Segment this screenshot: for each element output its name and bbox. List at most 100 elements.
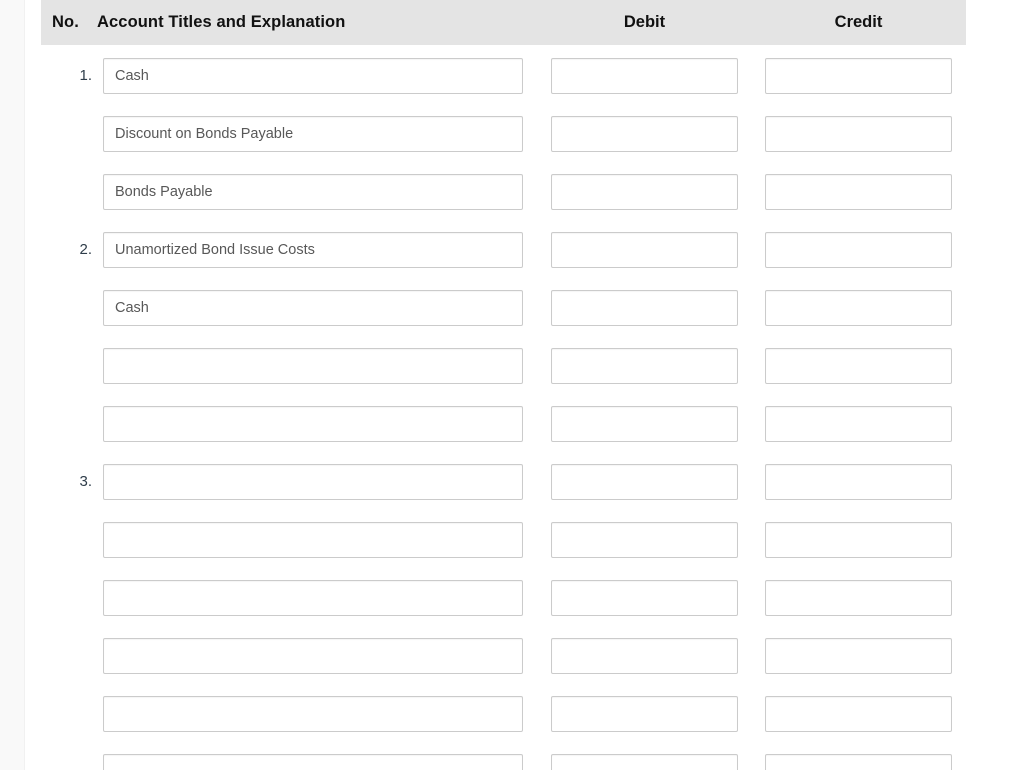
debit-amount-input[interactable] <box>551 522 738 558</box>
row-number <box>41 116 92 152</box>
debit-amount-input[interactable] <box>551 696 738 732</box>
account-title-input[interactable]: Cash <box>103 290 523 326</box>
account-title-input-value <box>104 581 522 615</box>
journal-row: Discount on Bonds Payable <box>41 116 966 174</box>
credit-amount-input-value <box>766 233 951 267</box>
account-title-input-value <box>104 407 522 441</box>
debit-amount-input-value <box>552 233 737 267</box>
credit-amount-input-value <box>766 755 951 770</box>
credit-amount-input[interactable] <box>765 290 952 326</box>
credit-amount-input[interactable] <box>765 464 952 500</box>
credit-amount-input[interactable] <box>765 638 952 674</box>
credit-amount-input-value <box>766 581 951 615</box>
debit-amount-input[interactable] <box>551 406 738 442</box>
journal-row: Bonds Payable <box>41 174 966 232</box>
row-number <box>41 290 92 326</box>
journal-row <box>41 406 966 464</box>
column-header-no: No. <box>52 13 79 31</box>
journal-entry-table: No. Account Titles and Explanation Debit… <box>41 0 966 770</box>
journal-row <box>41 580 966 638</box>
credit-amount-input[interactable] <box>765 406 952 442</box>
credit-amount-input-value <box>766 117 951 151</box>
account-title-input[interactable] <box>103 580 523 616</box>
account-title-input[interactable] <box>103 348 523 384</box>
journal-row <box>41 696 966 754</box>
debit-amount-input[interactable] <box>551 580 738 616</box>
account-title-input-value <box>104 639 522 673</box>
account-title-input-value: Discount on Bonds Payable <box>115 126 294 142</box>
journal-row <box>41 754 966 770</box>
credit-amount-input[interactable] <box>765 348 952 384</box>
row-number <box>41 174 92 210</box>
debit-amount-input[interactable] <box>551 464 738 500</box>
account-title-input[interactable]: Cash <box>103 58 523 94</box>
account-title-input[interactable] <box>103 464 523 500</box>
debit-amount-input-value <box>552 59 737 93</box>
row-number <box>41 406 92 442</box>
debit-amount-input-value <box>552 581 737 615</box>
row-number <box>41 580 92 616</box>
account-title-input[interactable] <box>103 754 523 770</box>
credit-amount-input[interactable] <box>765 522 952 558</box>
account-title-input[interactable] <box>103 696 523 732</box>
table-body: 1. Cash Discount on Bonds Payable Bonds Pay… <box>41 45 966 770</box>
row-number: 1. <box>79 67 92 84</box>
journal-row: Cash <box>41 290 966 348</box>
debit-amount-input[interactable] <box>551 754 738 770</box>
column-header-credit: Credit <box>834 13 883 31</box>
credit-amount-input-value <box>766 291 951 325</box>
debit-amount-input-value <box>552 117 737 151</box>
account-title-input[interactable] <box>103 406 523 442</box>
credit-amount-input-value <box>766 639 951 673</box>
row-number <box>41 754 92 770</box>
account-title-input-value: Bonds Payable <box>115 184 213 200</box>
credit-amount-input-value <box>766 465 951 499</box>
credit-amount-input[interactable] <box>765 58 952 94</box>
column-header-account: Account Titles and Explanation <box>97 13 346 31</box>
debit-amount-input[interactable] <box>551 348 738 384</box>
row-number <box>41 696 92 732</box>
debit-amount-input-value <box>552 291 737 325</box>
journal-row <box>41 348 966 406</box>
credit-amount-input[interactable] <box>765 580 952 616</box>
debit-amount-input[interactable] <box>551 116 738 152</box>
account-title-input[interactable]: Unamortized Bond Issue Costs <box>103 232 523 268</box>
row-number <box>41 348 92 384</box>
debit-amount-input-value <box>552 349 737 383</box>
journal-row: 1. Cash <box>41 58 966 116</box>
left-gutter <box>0 0 25 770</box>
debit-amount-input-value <box>552 639 737 673</box>
account-title-input[interactable] <box>103 638 523 674</box>
debit-amount-input[interactable] <box>551 174 738 210</box>
credit-amount-input-value <box>766 175 951 209</box>
account-title-input[interactable]: Discount on Bonds Payable <box>103 116 523 152</box>
account-title-input-value: Cash <box>115 300 149 316</box>
debit-amount-input-value <box>552 755 737 770</box>
account-title-input-value <box>104 523 522 557</box>
debit-amount-input[interactable] <box>551 638 738 674</box>
account-title-input-value <box>104 755 522 770</box>
credit-amount-input[interactable] <box>765 754 952 770</box>
credit-amount-input-value <box>766 523 951 557</box>
row-number <box>41 638 92 674</box>
credit-amount-input[interactable] <box>765 116 952 152</box>
credit-amount-input-value <box>766 349 951 383</box>
credit-amount-input[interactable] <box>765 232 952 268</box>
account-title-input[interactable] <box>103 522 523 558</box>
debit-amount-input-value <box>552 523 737 557</box>
account-title-input-value <box>104 465 522 499</box>
credit-amount-input[interactable] <box>765 696 952 732</box>
debit-amount-input-value <box>552 407 737 441</box>
table-header-row: No. Account Titles and Explanation Debit… <box>41 0 966 45</box>
journal-row: 2. Unamortized Bond Issue Costs <box>41 232 966 290</box>
account-title-input[interactable]: Bonds Payable <box>103 174 523 210</box>
debit-amount-input-value <box>552 697 737 731</box>
debit-amount-input[interactable] <box>551 58 738 94</box>
row-number: 3. <box>79 473 92 490</box>
account-title-input-value <box>104 349 522 383</box>
debit-amount-input[interactable] <box>551 232 738 268</box>
journal-row <box>41 638 966 696</box>
account-title-input-value: Unamortized Bond Issue Costs <box>115 242 315 258</box>
credit-amount-input[interactable] <box>765 174 952 210</box>
debit-amount-input[interactable] <box>551 290 738 326</box>
